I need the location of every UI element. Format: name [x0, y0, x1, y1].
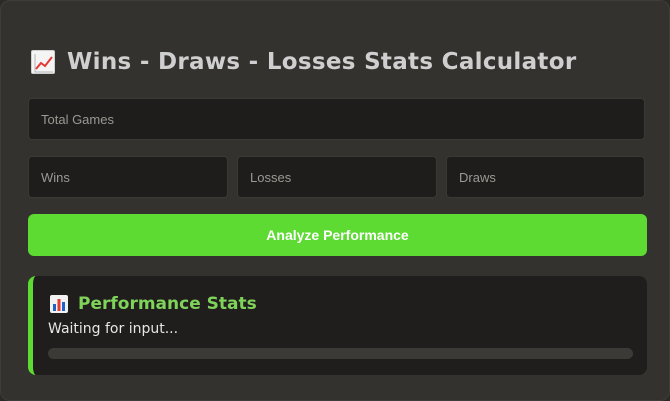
stats-title: Performance Stats: [78, 294, 257, 314]
calculator-card: Wins - Draws - Losses Stats Calculator T…: [0, 0, 670, 401]
analyze-performance-button[interactable]: Analyze Performance: [28, 214, 647, 256]
losses-input[interactable]: Losses: [237, 156, 437, 198]
chart-increasing-icon: [31, 50, 55, 74]
bar-chart-icon: [50, 295, 68, 313]
stats-header: Performance Stats: [50, 294, 257, 314]
header: Wins - Draws - Losses Stats Calculator: [31, 49, 576, 75]
wins-input[interactable]: Wins: [28, 156, 228, 198]
total-games-input[interactable]: Total Games: [28, 98, 645, 140]
progress-bar: [48, 348, 633, 359]
performance-stats-panel: Performance Stats Waiting for input...: [28, 276, 647, 375]
page-title: Wins - Draws - Losses Stats Calculator: [67, 49, 577, 75]
draws-input[interactable]: Draws: [446, 156, 645, 198]
status-text: Waiting for input...: [48, 321, 179, 337]
